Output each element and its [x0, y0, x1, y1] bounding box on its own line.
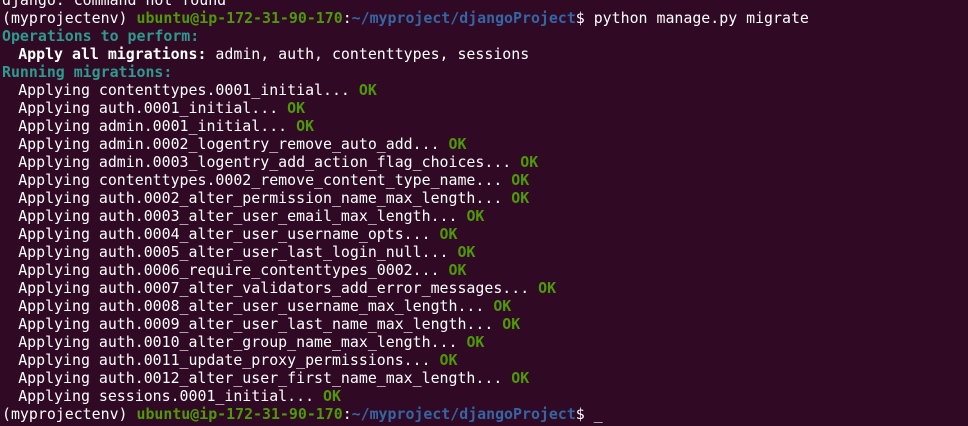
- migration-text: Applying admin.0002_logentry_remove_auto…: [18, 135, 449, 153]
- migration-line: Applying admin.0003_logentry_add_action_…: [2, 153, 809, 171]
- migration-line: Applying auth.0008_alter_user_username_m…: [2, 297, 809, 315]
- migration-line: Applying auth.0004_alter_user_username_o…: [2, 225, 809, 243]
- migration-status-ok: OK: [511, 369, 530, 387]
- migration-status-ok: OK: [466, 333, 485, 351]
- working-directory: ~/myproject/djangoProject: [351, 9, 576, 27]
- prompt-colon: :: [342, 405, 352, 423]
- prompt-symbol: $: [575, 405, 594, 423]
- migration-status-ok: OK: [493, 297, 512, 315]
- migration-text: Applying auth.0008_alter_user_username_m…: [18, 297, 494, 315]
- migration-status-ok: OK: [439, 351, 458, 369]
- migration-text: Applying admin.0001_initial...: [18, 117, 297, 135]
- prompt-symbol: $: [575, 9, 594, 27]
- migration-line: Applying sessions.0001_initial... OK: [2, 387, 809, 405]
- migration-text: Applying auth.0002_alter_permission_name…: [18, 189, 512, 207]
- migration-status-ok: OK: [448, 261, 467, 279]
- running-header: Running migrations:: [2, 63, 173, 81]
- apply-all-line: Apply all migrations: admin, auth, conte…: [2, 45, 809, 63]
- migration-text: Applying auth.0012_alter_user_first_name…: [18, 369, 512, 387]
- terminal-window[interactable]: django: command not found (myprojectenv)…: [0, 0, 968, 426]
- migration-line: Applying auth.0007_alter_validators_add_…: [2, 279, 809, 297]
- migration-text: Applying auth.0003_alter_user_email_max_…: [18, 207, 467, 225]
- migration-status-ok: OK: [511, 171, 530, 189]
- migration-line: Applying auth.0010_alter_group_name_max_…: [2, 333, 809, 351]
- command-text: python manage.py migrate: [593, 9, 809, 27]
- migration-text: Applying sessions.0001_initial...: [18, 387, 323, 405]
- migration-line: Applying auth.0006_require_contenttypes_…: [2, 261, 809, 279]
- migration-status-ok: OK: [502, 315, 521, 333]
- migration-list: Applying contenttypes.0001_initial... OK…: [2, 81, 809, 405]
- virtualenv-label: (myprojectenv): [2, 405, 137, 423]
- migration-line: Applying auth.0002_alter_permission_name…: [2, 189, 809, 207]
- migration-text: Applying auth.0009_alter_user_last_name_…: [18, 315, 503, 333]
- migration-line: Applying auth.0001_initial... OK: [2, 99, 809, 117]
- migration-text: Applying auth.0004_alter_user_username_o…: [18, 225, 440, 243]
- migration-line: Applying auth.0009_alter_user_last_name_…: [2, 315, 809, 333]
- migration-status-ok: OK: [439, 225, 458, 243]
- virtualenv-label: (myprojectenv): [2, 9, 137, 27]
- prompt-line: (myprojectenv) ubuntu@ip-172-31-90-170:~…: [2, 9, 809, 27]
- migration-status-ok: OK: [287, 99, 306, 117]
- migration-text: Applying auth.0006_require_contenttypes_…: [18, 261, 449, 279]
- migration-status-ok: OK: [323, 387, 341, 405]
- migration-text: Applying auth.0010_alter_group_name_max_…: [18, 333, 467, 351]
- migration-line: Applying admin.0001_initial... OK: [2, 117, 809, 135]
- migration-text: Applying contenttypes.0001_initial...: [18, 81, 359, 99]
- migration-line: Applying auth.0012_alter_user_first_name…: [2, 369, 809, 387]
- migration-text: Applying admin.0003_logentry_add_action_…: [18, 153, 521, 171]
- apply-all-apps: admin, auth, contenttypes, sessions: [206, 45, 530, 63]
- migration-line: Applying auth.0011_update_proxy_permissi…: [2, 351, 809, 369]
- clipped-output-line: django: command not found: [2, 0, 227, 9]
- user-host: ubuntu@ip-172-31-90-170: [136, 405, 343, 423]
- terminal-output: django: command not found (myprojectenv)…: [2, 0, 809, 423]
- migration-text: Applying auth.0001_initial...: [18, 99, 288, 117]
- operations-header: Operations to perform:: [2, 27, 200, 45]
- migration-status-ok: OK: [457, 243, 476, 261]
- migration-status-ok: OK: [520, 153, 539, 171]
- migration-status-ok: OK: [448, 135, 467, 153]
- text-cursor[interactable]: _: [594, 405, 603, 423]
- working-directory: ~/myproject/djangoProject: [351, 405, 576, 423]
- migration-status-ok: OK: [511, 189, 530, 207]
- prompt-colon: :: [342, 9, 352, 27]
- migration-text: Applying auth.0005_alter_user_last_login…: [18, 243, 458, 261]
- migration-status-ok: OK: [296, 117, 315, 135]
- migration-text: Applying auth.0007_alter_validators_add_…: [18, 279, 539, 297]
- migration-status-ok: OK: [466, 207, 485, 225]
- migration-line: Applying contenttypes.0001_initial... OK: [2, 81, 809, 99]
- migration-line: Applying admin.0002_logentry_remove_auto…: [2, 135, 809, 153]
- migration-line: Applying auth.0003_alter_user_email_max_…: [2, 207, 809, 225]
- migration-line: Applying contenttypes.0002_remove_conten…: [2, 171, 809, 189]
- migration-text: Applying auth.0011_update_proxy_permissi…: [18, 351, 440, 369]
- migration-line: Applying auth.0005_alter_user_last_login…: [2, 243, 809, 261]
- prompt-line-current: (myprojectenv) ubuntu@ip-172-31-90-170:~…: [2, 405, 809, 423]
- migration-status-ok: OK: [358, 81, 377, 99]
- user-host: ubuntu@ip-172-31-90-170: [136, 9, 343, 27]
- apply-all-label: Apply all migrations:: [18, 45, 207, 63]
- migration-text: Applying contenttypes.0002_remove_conten…: [18, 171, 512, 189]
- migration-status-ok: OK: [538, 279, 557, 297]
